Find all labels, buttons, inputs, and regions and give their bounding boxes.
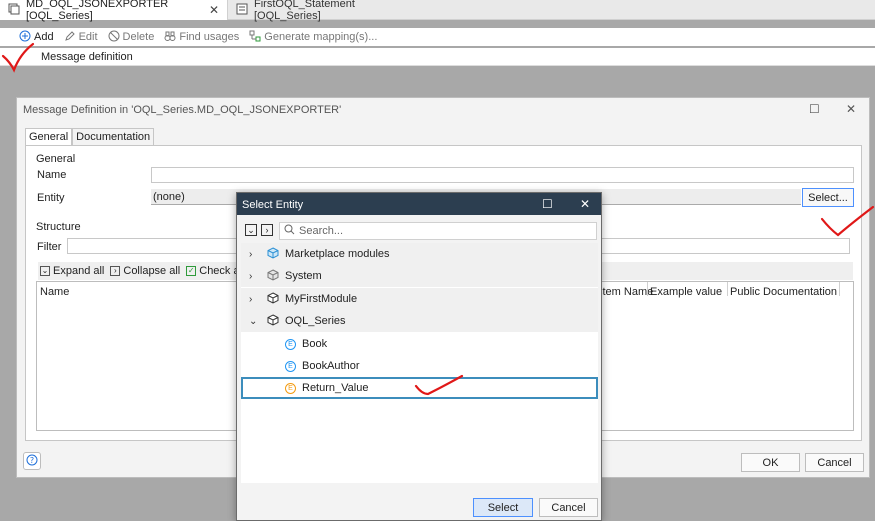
maximize-icon[interactable]: ☐ bbox=[542, 197, 553, 211]
delete-icon bbox=[108, 30, 120, 45]
entity-icon: E bbox=[285, 338, 296, 350]
tree-item-marketplace-modules[interactable]: › Marketplace modules bbox=[241, 243, 598, 265]
entity-icon: E bbox=[285, 360, 296, 372]
column-divider bbox=[839, 282, 840, 296]
oql-file-icon bbox=[236, 3, 248, 18]
tab-first-oql-statement[interactable]: FirstOQL_Statement [OQL_Series] bbox=[228, 0, 428, 22]
column-header-name[interactable]: Name bbox=[40, 286, 69, 298]
tree-item-system[interactable]: › System bbox=[241, 265, 598, 287]
name-label: Name bbox=[37, 169, 67, 181]
message-definition-label: Message definition bbox=[41, 51, 133, 63]
edit-label: Edit bbox=[78, 31, 98, 43]
collapse-all-label: Collapse all bbox=[123, 265, 181, 277]
tab-general[interactable]: General bbox=[25, 128, 73, 145]
module-icon bbox=[267, 313, 279, 329]
expand-icon: ⌄ bbox=[40, 266, 50, 276]
mapping-icon bbox=[249, 30, 261, 45]
ok-button[interactable]: OK bbox=[741, 453, 800, 472]
collapse-icon: › bbox=[110, 266, 121, 276]
dialog-tabs: General Documentation bbox=[25, 128, 155, 145]
generate-mapping-label: Generate mapping(s)... bbox=[264, 31, 378, 43]
tree-item-label: MyFirstModule bbox=[285, 293, 358, 305]
search-icon bbox=[284, 224, 295, 238]
tab-md-oql-jsonexporter[interactable]: MD_OQL_JSONEXPORTER [OQL_Series] ✕ bbox=[0, 0, 228, 22]
delete-button[interactable]: Delete bbox=[108, 30, 155, 45]
entity-icon: E bbox=[285, 382, 296, 394]
select-button[interactable]: Select bbox=[473, 498, 533, 517]
chevron-right-icon[interactable]: › bbox=[249, 249, 261, 260]
pencil-icon bbox=[64, 30, 76, 45]
tree-item-oql-series[interactable]: ⌄ OQL_Series bbox=[241, 310, 598, 332]
tab-label: FirstOQL_Statement [OQL_Series] bbox=[254, 0, 355, 22]
check-icon: ✓ bbox=[186, 266, 197, 276]
search-placeholder: Search... bbox=[299, 225, 344, 237]
tree-item-label: OQL_Series bbox=[285, 315, 346, 327]
module-icon bbox=[267, 291, 279, 307]
select-entity-title: Select Entity bbox=[242, 199, 304, 211]
tree-item-label: Return_Value bbox=[302, 382, 369, 394]
tab-label: MD_OQL_JSONEXPORTER [OQL_Series] bbox=[26, 0, 169, 22]
select-entity-titlebar[interactable]: Select Entity ☐ ✕ bbox=[237, 193, 601, 215]
tree-item-label: System bbox=[285, 270, 322, 282]
tree-item-book[interactable]: E Book bbox=[241, 333, 598, 355]
select-entity-dialog: Select Entity ☐ ✕ ⌄ › Search... › Market… bbox=[236, 192, 602, 521]
editor-toolbar: Add Edit Delete Find usages Generate map… bbox=[0, 28, 875, 46]
close-icon[interactable]: ✕ bbox=[580, 197, 590, 211]
entity-label: Entity bbox=[37, 192, 65, 204]
marketplace-module-icon bbox=[267, 246, 279, 262]
message-definition-icon bbox=[8, 3, 20, 18]
svg-text:?: ? bbox=[30, 456, 34, 465]
dialog-title: Message Definition in 'OQL_Series.MD_OQL… bbox=[23, 104, 342, 116]
structure-group-label: Structure bbox=[36, 221, 81, 233]
collapse-all-button[interactable]: › Collapse all bbox=[110, 265, 180, 277]
tab-documentation[interactable]: Documentation bbox=[72, 128, 155, 145]
delete-label: Delete bbox=[122, 31, 155, 43]
select-entity-button[interactable]: Select... bbox=[802, 188, 854, 207]
dialog-titlebar[interactable]: Message Definition in 'OQL_Series.MD_OQL… bbox=[17, 98, 869, 120]
cancel-button[interactable]: Cancel bbox=[805, 453, 864, 472]
close-icon[interactable]: ✕ bbox=[209, 3, 219, 17]
help-button[interactable]: ? bbox=[23, 452, 41, 470]
tree-item-bookauthor[interactable]: E BookAuthor bbox=[241, 355, 598, 377]
generate-mapping-button[interactable]: Generate mapping(s)... bbox=[249, 30, 377, 45]
search-input[interactable]: Search... bbox=[279, 222, 597, 240]
expand-all-icon[interactable]: ⌄ bbox=[245, 224, 257, 236]
tree-item-label: Book bbox=[302, 338, 328, 350]
close-icon[interactable]: ✕ bbox=[846, 102, 856, 116]
expand-all-button[interactable]: ⌄ Expand all bbox=[40, 265, 104, 277]
find-usages-label: Find usages bbox=[179, 31, 240, 43]
entity-tree: › Marketplace modules › System › MyFirst… bbox=[241, 243, 598, 483]
plus-circle-icon bbox=[19, 30, 31, 45]
tree-item-label: Marketplace modules bbox=[285, 248, 390, 260]
add-button[interactable]: Add bbox=[19, 30, 54, 45]
collapse-all-icon[interactable]: › bbox=[261, 224, 273, 236]
find-usages-button[interactable]: Find usages bbox=[164, 30, 239, 45]
expand-all-label: Expand all bbox=[53, 265, 105, 277]
select-entity-tools: ⌄ › bbox=[245, 224, 273, 236]
tree-item-label: BookAuthor bbox=[302, 360, 360, 372]
column-divider bbox=[647, 282, 648, 296]
column-header-system-name[interactable]: stem Name bbox=[597, 286, 653, 298]
column-header-example-value[interactable]: Example value bbox=[650, 286, 722, 298]
tree-item-myfirstmodule[interactable]: › MyFirstModule bbox=[241, 288, 598, 310]
column-header-public-documentation[interactable]: Public Documentation bbox=[730, 286, 837, 298]
cancel-button[interactable]: Cancel bbox=[539, 498, 598, 517]
binoculars-icon bbox=[164, 30, 176, 45]
tree-item-return-value[interactable]: E Return_Value bbox=[241, 377, 598, 399]
column-divider bbox=[727, 282, 728, 296]
filter-label: Filter bbox=[37, 241, 62, 253]
general-group-label: General bbox=[36, 153, 76, 165]
maximize-icon[interactable]: ☐ bbox=[809, 102, 820, 116]
add-label: Add bbox=[34, 31, 54, 43]
document-tab-bar: MD_OQL_JSONEXPORTER [OQL_Series] ✕ First… bbox=[0, 0, 875, 22]
edit-button[interactable]: Edit bbox=[64, 30, 98, 45]
help-icon: ? bbox=[26, 454, 38, 469]
chevron-right-icon[interactable]: › bbox=[249, 294, 261, 305]
chevron-right-icon[interactable]: › bbox=[249, 271, 261, 282]
name-input[interactable] bbox=[151, 167, 854, 183]
module-icon bbox=[267, 268, 279, 284]
chevron-down-icon[interactable]: ⌄ bbox=[249, 316, 261, 327]
message-definition-row[interactable]: Message definition bbox=[0, 48, 875, 66]
